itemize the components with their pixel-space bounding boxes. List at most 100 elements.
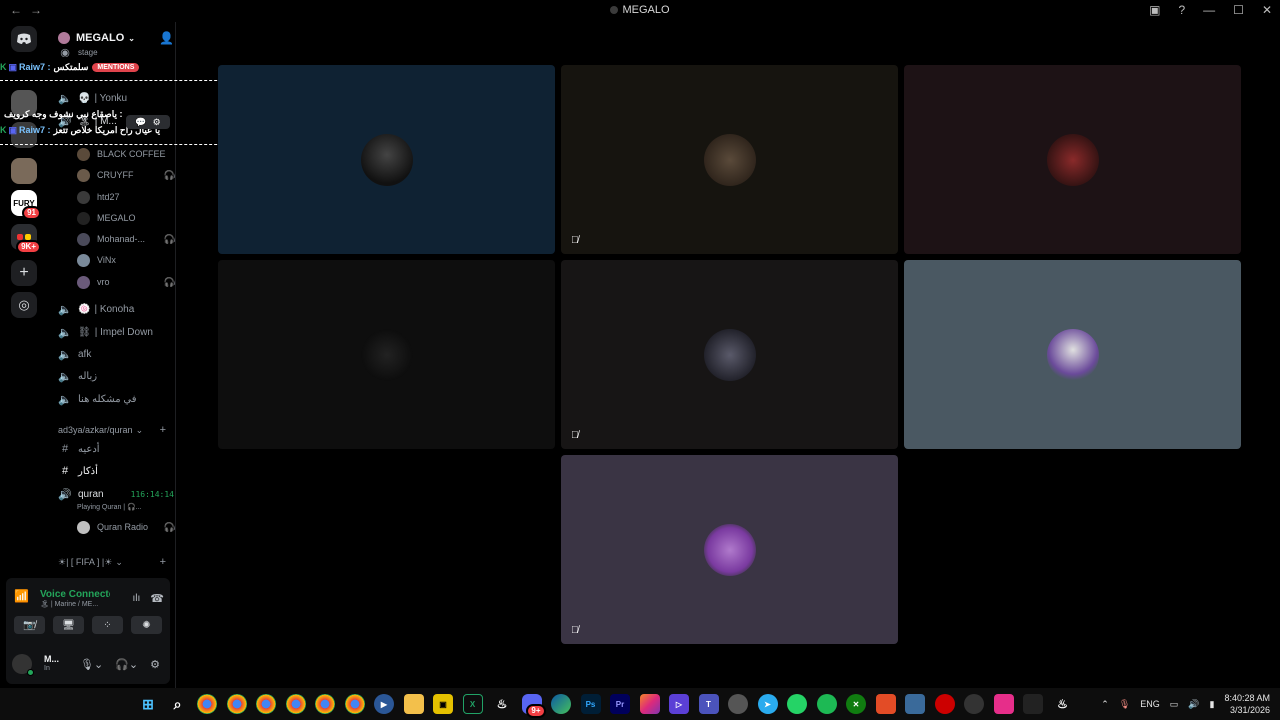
camera-off-button[interactable]: 📷̸	[14, 616, 45, 634]
chrome-icon[interactable]	[344, 694, 365, 714]
video-tile[interactable]	[904, 65, 1241, 254]
app-icon[interactable]	[905, 694, 925, 714]
telegram-icon[interactable]: ➤	[757, 694, 778, 714]
server-avatar[interactable]	[11, 158, 37, 184]
voice-member[interactable]: Mohanad-... 🎧̸	[77, 230, 175, 248]
edge-icon[interactable]	[551, 694, 571, 714]
spotify-icon[interactable]	[816, 694, 837, 714]
app-icon[interactable]	[1023, 694, 1043, 714]
discord-home-icon[interactable]	[11, 26, 37, 52]
channel-stage[interactable]: ◉ stage	[58, 47, 174, 57]
add-channel-icon[interactable]: +	[160, 556, 166, 568]
category-fifa[interactable]: ☀| [ FIFA ] |☀ ⌄ +	[58, 554, 166, 570]
headphones-icon[interactable]: 🎧⌄	[115, 658, 138, 671]
file-explorer-icon[interactable]	[403, 694, 424, 714]
video-tile[interactable]	[218, 260, 555, 449]
server-header[interactable]: MEGALO ⌄ 👤	[58, 29, 174, 47]
cage-icon: ⛓	[78, 326, 91, 338]
chrome-icon[interactable]	[197, 694, 217, 714]
chevron-down-icon: ⌄	[135, 424, 144, 435]
screen-share-button[interactable]: 🖥	[53, 616, 84, 634]
discord-icon[interactable]: 9+	[521, 694, 546, 718]
close-button[interactable]: ✕	[1262, 3, 1272, 17]
clock[interactable]: 8:40:28 AM 3/31/2026	[1224, 692, 1270, 716]
voice-channel-zbala[interactable]: 🔈 زباله	[58, 367, 174, 385]
video-tile[interactable]: 🎙̸	[561, 260, 898, 449]
disconnect-icon[interactable]: ☎	[150, 592, 164, 605]
voice-member[interactable]: Quran Radio 🎧̸	[77, 518, 175, 536]
mentions-badge[interactable]: MENTIONS	[92, 62, 140, 72]
app-icon[interactable]: ▣	[433, 694, 453, 714]
microphone-icon[interactable]: 🎙	[1119, 699, 1130, 710]
battery-icon[interactable]: ▮	[1210, 699, 1215, 710]
chrome-icon[interactable]	[226, 694, 247, 714]
text-channel-ad3ya[interactable]: # أدعيه	[58, 440, 174, 458]
add-channel-icon[interactable]: +	[160, 424, 166, 436]
system-tray: ⌃ 🎙 ENG ▭ 🔊 ▮ 8:40:28 AM 3/31/2026	[1101, 692, 1270, 716]
steam-icon[interactable]: ♨	[1053, 694, 1073, 714]
voice-channel-impel-down[interactable]: 🔈 ⛓ | Impel Down	[58, 323, 174, 341]
app-icon[interactable]	[964, 694, 984, 714]
maximize-button[interactable]: ☐	[1233, 3, 1244, 17]
voice-member[interactable]: BLACK COFFEE	[77, 145, 175, 163]
language-indicator[interactable]: ENG	[1140, 699, 1160, 709]
soundboard-button[interactable]: ✺	[131, 616, 162, 634]
invite-people-icon[interactable]: 👤	[159, 31, 174, 45]
voice-member[interactable]: CRUYFF 🎧̸	[77, 166, 175, 184]
avatar[interactable]	[12, 654, 34, 676]
voice-channel-konoha[interactable]: 🔈 🍥 | Konoha	[58, 300, 174, 318]
settings-icon[interactable]: ⚙	[153, 117, 161, 128]
voice-member[interactable]: vro 🎧̸	[77, 273, 175, 291]
video-tile[interactable]: 🎙̸	[561, 65, 898, 254]
app-icon[interactable]	[993, 694, 1014, 714]
text-channel-azkar[interactable]: # أذكار	[58, 462, 174, 480]
add-server-icon[interactable]: +	[11, 260, 37, 286]
voice-channel-afk[interactable]: 🔈 afk	[58, 345, 174, 363]
teams-icon[interactable]: T	[698, 694, 719, 714]
speaker-icon: 🔈	[58, 326, 72, 339]
volume-icon[interactable]: 🔊	[1188, 699, 1199, 710]
video-tile[interactable]	[218, 65, 555, 254]
whatsapp-icon[interactable]	[787, 694, 807, 714]
video-tile[interactable]	[904, 260, 1241, 449]
app-icon[interactable]: ▷	[669, 694, 689, 714]
chrome-icon[interactable]	[315, 694, 335, 714]
app-icon[interactable]	[934, 694, 955, 714]
chrome-icon[interactable]	[285, 694, 306, 714]
noise-suppression-icon[interactable]: ılı	[133, 593, 141, 604]
voice-member[interactable]: MEGALO	[77, 209, 175, 227]
steam-icon[interactable]: ♨	[492, 694, 512, 714]
server-folder[interactable]: 9K+	[11, 224, 41, 254]
voice-member[interactable]: htd27	[77, 188, 175, 206]
signal-icon[interactable]: 📶	[14, 589, 32, 607]
xbox-icon[interactable]: ✕	[846, 694, 866, 714]
settings-icon[interactable]: ⚙	[150, 658, 160, 671]
chevron-up-icon[interactable]: ⌃	[1101, 699, 1109, 710]
user-info[interactable]: M... In	[44, 654, 59, 674]
server-fury[interactable]: FURY 91	[11, 190, 41, 220]
help-icon[interactable]: ?	[1178, 3, 1185, 17]
windows-start-icon[interactable]: ⊞	[138, 694, 158, 714]
video-tile[interactable]: 🎙̸	[561, 455, 898, 644]
inbox-icon[interactable]: ▣	[1149, 3, 1160, 17]
category-quran[interactable]: ad3ya/azkar/quran ⌄ +	[58, 422, 166, 438]
explore-icon[interactable]: ◎	[11, 292, 37, 318]
voice-channel-yonku[interactable]: 🔈 💀 | Yonku	[58, 89, 174, 107]
voice-member[interactable]: ViNx	[77, 251, 175, 269]
app-icon[interactable]	[875, 694, 896, 714]
app-icon[interactable]: ▶	[374, 694, 394, 714]
excel-icon[interactable]: X	[462, 694, 483, 714]
voice-channel-mushkila[interactable]: 🔈 في مشكله هنا	[58, 390, 174, 408]
premiere-icon[interactable]: Pr	[610, 694, 630, 714]
search-icon[interactable]: ⌕	[168, 694, 188, 714]
activities-button[interactable]: ⁘	[92, 616, 123, 634]
overlay-divider	[0, 144, 252, 147]
photoshop-icon[interactable]: Ps	[580, 694, 601, 714]
chat-icon[interactable]: 💬	[135, 117, 146, 128]
network-icon[interactable]: ▭	[1170, 699, 1179, 710]
chrome-icon[interactable]	[256, 694, 276, 714]
microphone-icon[interactable]: 🎙⌄	[80, 658, 103, 671]
instagram-icon[interactable]	[639, 694, 660, 714]
minimize-button[interactable]: —	[1203, 3, 1215, 17]
app-icon[interactable]	[728, 694, 748, 714]
